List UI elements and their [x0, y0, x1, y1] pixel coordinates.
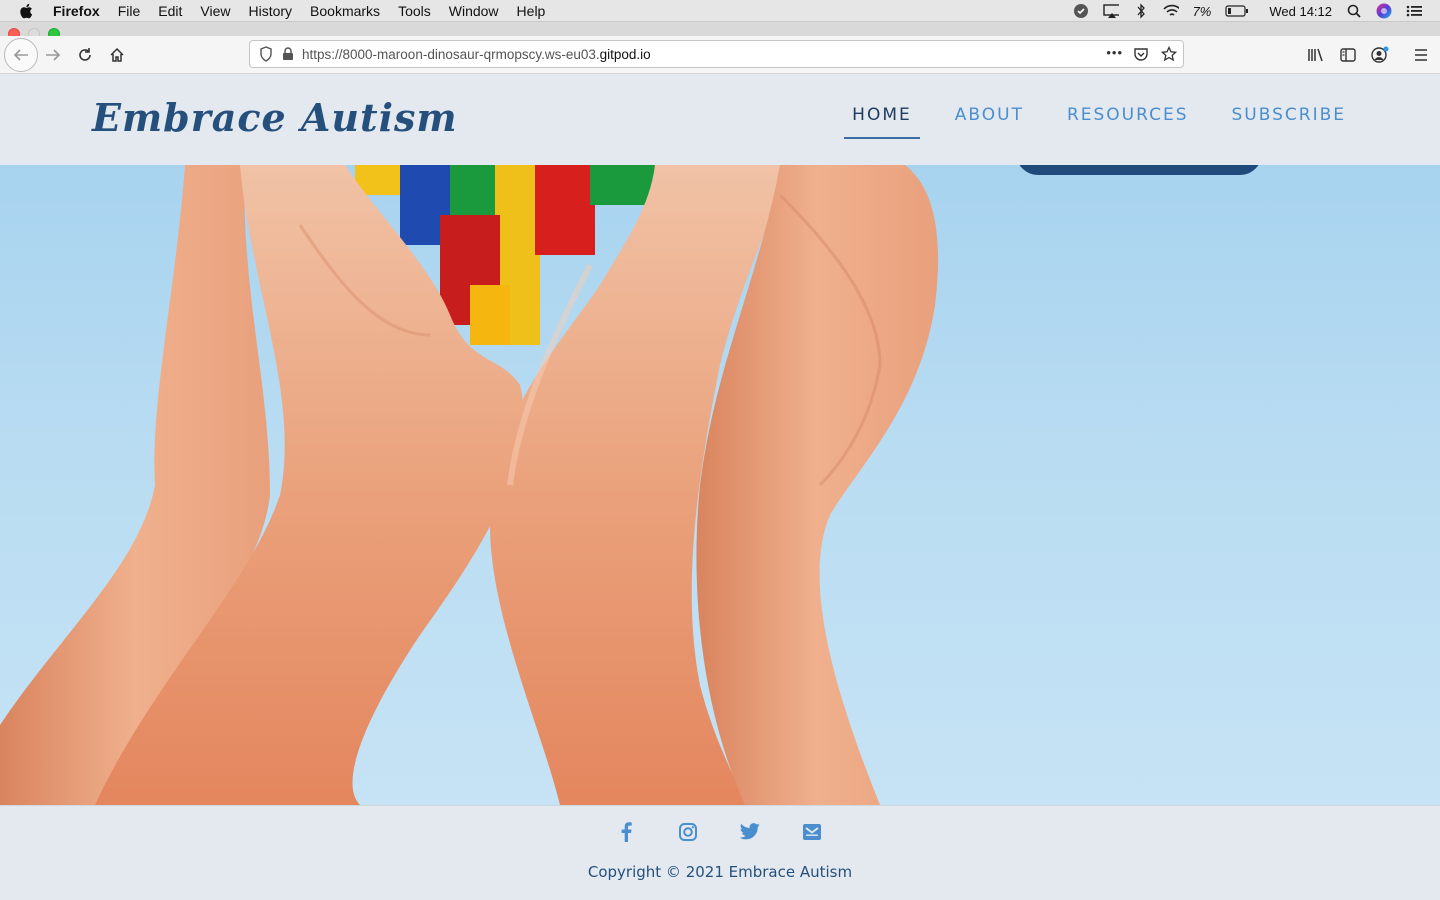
menu-help[interactable]: Help: [517, 3, 546, 19]
back-button[interactable]: [4, 38, 38, 72]
url-prefix: https://8000-maroon-dinosaur-qrmopscy.ws…: [302, 46, 600, 62]
url-bar[interactable]: https://8000-maroon-dinosaur-qrmopscy.ws…: [249, 40, 1184, 68]
lock-icon[interactable]: [280, 46, 296, 62]
email-icon[interactable]: [800, 820, 824, 844]
apple-logo-icon[interactable]: [19, 3, 39, 19]
reload-button[interactable]: [72, 42, 98, 68]
menu-bookmarks[interactable]: Bookmarks: [310, 3, 380, 19]
spotlight-search-icon[interactable]: [1346, 3, 1362, 19]
site-logo[interactable]: Embrace Autism: [92, 95, 458, 140]
copyright-text: Copyright © 2021 Embrace Autism: [587, 863, 853, 881]
nav-resources[interactable]: RESOURCES: [1059, 105, 1197, 139]
menu-window[interactable]: Window: [449, 3, 499, 19]
url-text[interactable]: https://8000-maroon-dinosaur-qrmopscy.ws…: [302, 47, 651, 62]
pocket-icon[interactable]: [1133, 46, 1149, 62]
menubar-clock[interactable]: Wed 14:12: [1269, 4, 1332, 19]
hamburger-menu-icon: [1415, 49, 1427, 61]
sidebar-icon: [1340, 48, 1356, 62]
home-button[interactable]: [104, 42, 130, 68]
nav-about[interactable]: ABOUT: [947, 105, 1032, 139]
forward-button[interactable]: [40, 42, 66, 68]
menu-tools[interactable]: Tools: [398, 3, 431, 19]
forward-arrow-icon: [46, 49, 61, 61]
account-button[interactable]: [1367, 42, 1393, 68]
tracking-shield-icon[interactable]: [258, 46, 274, 62]
reload-icon: [79, 48, 91, 61]
bluetooth-icon[interactable]: [1133, 3, 1149, 19]
sidebar-button[interactable]: [1335, 42, 1361, 68]
hero-cta-button-edge[interactable]: [1016, 165, 1262, 175]
instagram-icon[interactable]: [676, 820, 700, 844]
battery-percent: 7%: [1192, 3, 1212, 19]
page-actions-button[interactable]: •••: [1106, 45, 1123, 60]
account-icon: [1371, 46, 1389, 63]
library-icon: [1308, 48, 1323, 62]
library-button[interactable]: [1303, 42, 1329, 68]
bookmark-star-icon[interactable]: [1161, 46, 1177, 62]
hero-image: [0, 165, 939, 805]
browser-toolbar: https://8000-maroon-dinosaur-qrmopscy.ws…: [0, 36, 1440, 74]
back-arrow-icon: [13, 49, 28, 61]
hero-section: [0, 165, 1440, 805]
airplay-icon[interactable]: [1102, 3, 1119, 19]
macos-menu-bar: Firefox File Edit View History Bookmarks…: [0, 0, 1440, 22]
menu-view[interactable]: View: [200, 3, 230, 19]
site-footer: Copyright © 2021 Embrace Autism: [0, 805, 1440, 900]
status-check-icon[interactable]: [1073, 3, 1089, 19]
notification-center-icon[interactable]: [1406, 3, 1422, 19]
nav-subscribe[interactable]: SUBSCRIBE: [1224, 105, 1355, 139]
battery-icon[interactable]: [1225, 3, 1249, 19]
home-icon: [110, 47, 124, 62]
twitter-icon[interactable]: [738, 820, 762, 844]
menu-edit[interactable]: Edit: [158, 3, 182, 19]
site-header: Embrace Autism HOME ABOUT RESOURCES SUBS…: [0, 75, 1440, 165]
nav-home[interactable]: HOME: [844, 105, 920, 139]
menu-app-name[interactable]: Firefox: [53, 3, 100, 19]
main-nav: HOME ABOUT RESOURCES SUBSCRIBE: [844, 105, 1354, 139]
url-domain: gitpod.io: [599, 46, 651, 62]
wifi-icon[interactable]: [1162, 3, 1179, 19]
app-menu-button[interactable]: [1408, 42, 1434, 68]
menu-history[interactable]: History: [248, 3, 292, 19]
social-links: [614, 820, 824, 844]
facebook-icon[interactable]: [614, 820, 638, 844]
menu-file[interactable]: File: [118, 3, 141, 19]
siri-icon[interactable]: [1376, 3, 1392, 19]
